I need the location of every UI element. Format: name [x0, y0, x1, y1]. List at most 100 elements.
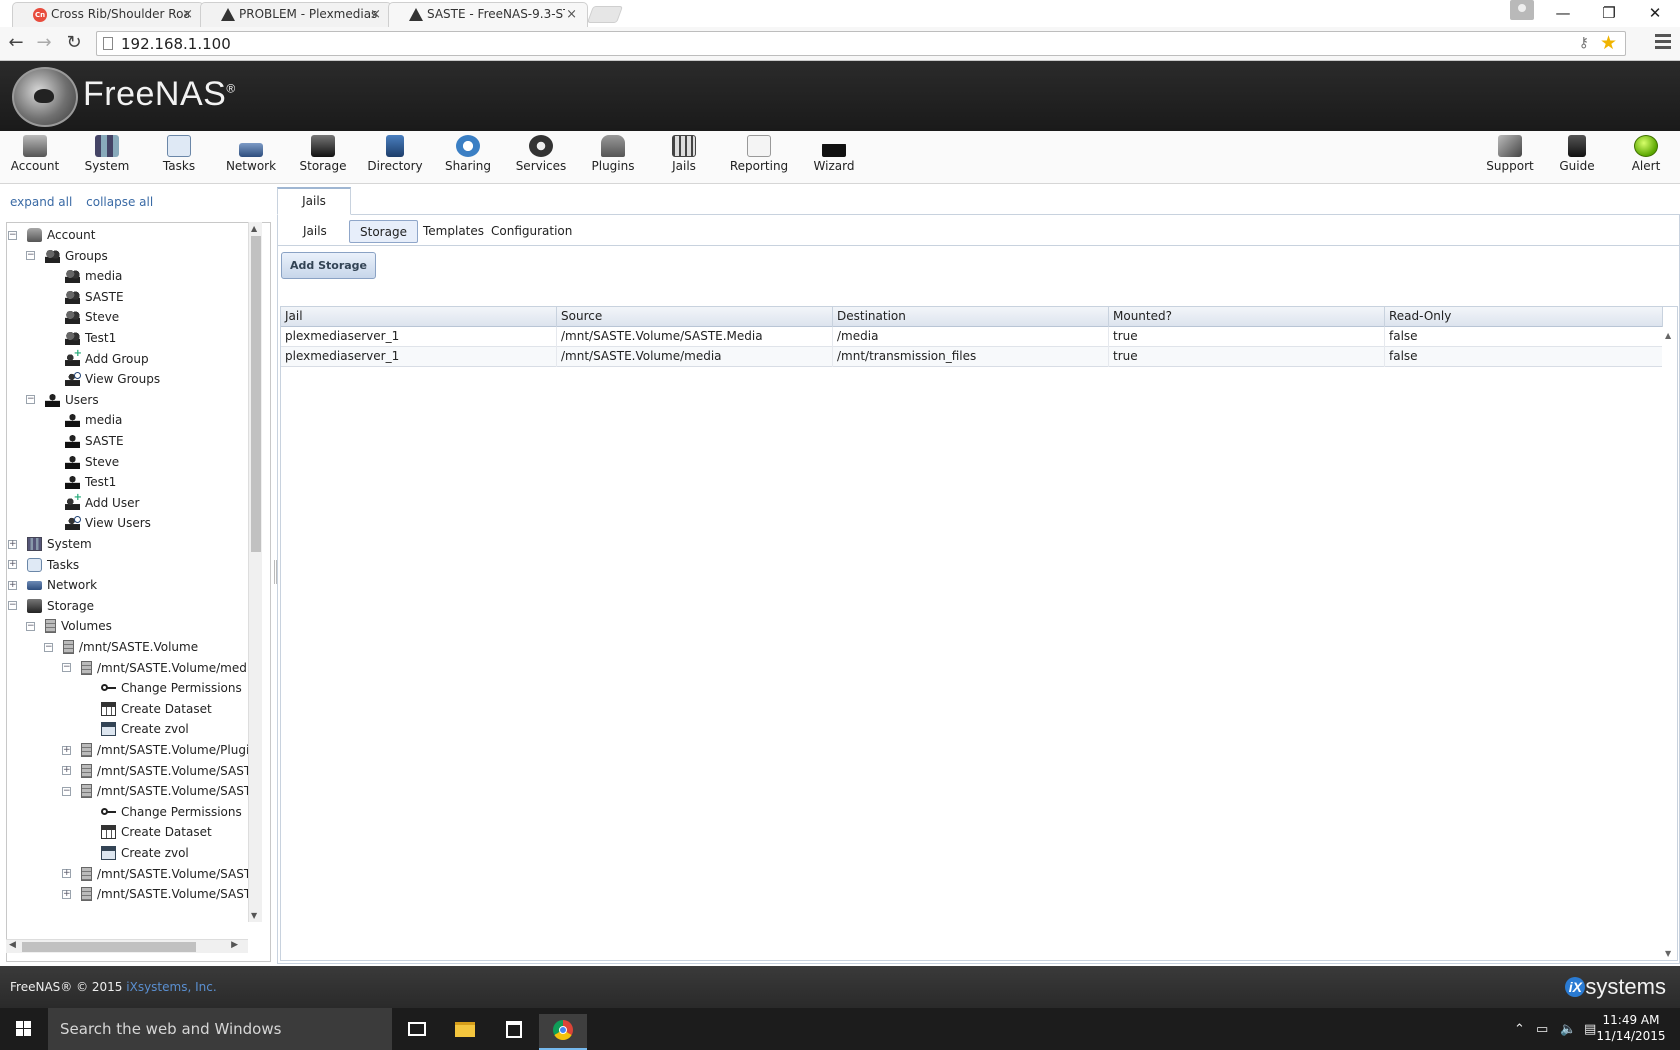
taskbar-clock[interactable]: 11:49 AM 11/14/2015 [1596, 1012, 1666, 1044]
tree-item-users[interactable]: − Users [26, 389, 99, 411]
tree-item-storage[interactable]: − Storage [8, 595, 94, 617]
scrollbar-thumb[interactable] [251, 236, 261, 552]
ixsystems-link[interactable]: iXsystems, Inc. [126, 980, 216, 994]
toolbar-plugins-button[interactable]: Plugins [577, 135, 649, 173]
tree-item-mnt-saste-volume-sast[interactable]: + /mnt/SASTE.Volume/SAST [62, 883, 251, 905]
collapse-node-icon[interactable]: − [26, 251, 35, 261]
tree-item-steve[interactable]: Steve [65, 451, 119, 473]
scroll-down-icon[interactable]: ▼ [1665, 949, 1671, 958]
tree-item-groups[interactable]: − Groups [26, 245, 108, 267]
toolbar-storage-button[interactable]: Storage [287, 135, 359, 173]
tree-horizontal-scrollbar[interactable]: ◀ ▶ [6, 939, 248, 953]
tree-item-volumes[interactable]: − Volumes [26, 615, 112, 637]
tree-vertical-scrollbar[interactable]: ▲ ▼ [248, 222, 262, 922]
column-header-destination[interactable]: Destination [833, 307, 1109, 327]
tree-item-create-zvol[interactable]: Create zvol [101, 718, 189, 740]
tree-item-system[interactable]: + System [8, 533, 92, 555]
tree-item-add-user[interactable]: Add User [65, 492, 139, 514]
minimize-button[interactable]: — [1540, 2, 1586, 26]
tree-item-mnt-saste-volume-sast[interactable]: − /mnt/SASTE.Volume/SAST [62, 780, 251, 802]
tree-item-tasks[interactable]: + Tasks [8, 554, 79, 576]
collapse-node-icon[interactable]: − [26, 621, 35, 631]
forward-icon[interactable]: → [32, 32, 56, 56]
tree-item-create-dataset[interactable]: Create Dataset [101, 698, 212, 720]
toolbar-system-button[interactable]: System [71, 135, 143, 173]
expand-node-icon[interactable]: + [62, 889, 71, 899]
subtab-configuration[interactable]: Configuration [481, 220, 582, 243]
tree-item-add-group[interactable]: Add Group [65, 348, 149, 370]
close-tab-icon[interactable]: × [370, 7, 381, 22]
chrome-taskbar-icon[interactable] [539, 1014, 587, 1050]
tree-item-mnt-saste-volume[interactable]: − /mnt/SASTE.Volume [44, 636, 198, 658]
new-tab-button[interactable] [586, 6, 624, 23]
key-icon[interactable]: ⚷ [1579, 35, 1589, 51]
tree-item-create-dataset[interactable]: Create Dataset [101, 821, 212, 843]
collapse-node-icon[interactable]: − [62, 663, 71, 673]
toolbar-tasks-button[interactable]: Tasks [143, 135, 215, 173]
close-tab-icon[interactable]: × [566, 7, 577, 22]
expand-all-link[interactable]: expand all [10, 195, 72, 209]
expand-node-icon[interactable]: + [62, 745, 71, 755]
subtab-jails[interactable]: Jails [293, 220, 337, 243]
tree-item-steve[interactable]: Steve [65, 306, 119, 328]
toolbar-sharing-button[interactable]: Sharing [432, 135, 504, 173]
column-header-read-only[interactable]: Read-Only [1385, 307, 1663, 327]
show-hidden-icons-icon[interactable]: ⌃ [1514, 1022, 1525, 1037]
file-explorer-icon[interactable] [441, 1014, 489, 1050]
start-button[interactable] [0, 1008, 48, 1050]
tree-item-change-permissions[interactable]: Change Permissions [101, 801, 242, 823]
close-tab-icon[interactable]: × [182, 7, 193, 22]
toolbar-network-button[interactable]: Network [215, 135, 287, 173]
collapse-node-icon[interactable]: − [8, 230, 17, 240]
profile-icon[interactable] [1510, 0, 1534, 20]
network-tray-icon[interactable]: ▭ [1536, 1022, 1548, 1037]
restore-button[interactable]: ❐ [1586, 2, 1632, 26]
column-header-mounted[interactable]: Mounted? [1109, 307, 1385, 327]
tree-item-media[interactable]: media [65, 265, 122, 287]
expand-node-icon[interactable]: + [8, 560, 17, 570]
expand-node-icon[interactable]: + [62, 766, 71, 776]
bookmark-star-icon[interactable]: ★ [1600, 32, 1617, 54]
toolbar-alert-button[interactable]: Alert [1610, 135, 1680, 173]
table-row[interactable]: plexmediaserver_1 /mnt/SASTE.Volume/SAST… [281, 327, 1663, 347]
expand-node-icon[interactable]: + [62, 869, 71, 879]
toolbar-guide-button[interactable]: Guide [1541, 135, 1613, 173]
reload-icon[interactable]: ↻ [62, 32, 86, 56]
browser-tab-3[interactable]: SASTE - FreeNAS-9.3-STAI × [388, 2, 588, 27]
toolbar-wizard-button[interactable]: Wizard [798, 135, 870, 173]
expand-node-icon[interactable]: + [8, 580, 17, 590]
tab-jails[interactable]: Jails [277, 187, 351, 215]
back-icon[interactable]: ← [4, 32, 28, 56]
tree-item-account[interactable]: − Account [8, 224, 95, 246]
tree-item-mnt-saste-volume-medi[interactable]: − /mnt/SASTE.Volume/medi [62, 657, 250, 679]
browser-tab-2[interactable]: PROBLEM - Plexmediaserv × [200, 2, 392, 27]
tree-item-media[interactable]: media [65, 409, 122, 431]
url-input[interactable]: 192.168.1.100 ⚷ ★ [96, 31, 1626, 56]
tree-item-mnt-saste-volume-sast[interactable]: + /mnt/SASTE.Volume/SAST [62, 760, 251, 782]
add-storage-button[interactable]: Add Storage [281, 252, 377, 279]
tree-item-test1[interactable]: Test1 [65, 327, 116, 349]
toolbar-account-button[interactable]: Account [0, 135, 71, 173]
toolbar-reporting-button[interactable]: Reporting [723, 135, 795, 173]
table-vertical-scrollbar[interactable]: ▲ ▼ [1662, 327, 1677, 960]
collapse-node-icon[interactable]: − [44, 642, 53, 652]
column-header-jail[interactable]: Jail [281, 307, 557, 327]
volume-tray-icon[interactable]: 🔈 [1560, 1022, 1576, 1037]
taskbar-search-input[interactable]: Search the web and Windows [48, 1008, 392, 1050]
tree-item-create-zvol[interactable]: Create zvol [101, 842, 189, 864]
task-view-icon[interactable] [392, 1014, 440, 1050]
tree-item-network[interactable]: + Network [8, 574, 97, 596]
scrollbar-thumb[interactable] [22, 942, 196, 952]
scroll-up-icon[interactable]: ▲ [1665, 331, 1671, 340]
collapse-all-link[interactable]: collapse all [86, 195, 153, 209]
column-header-source[interactable]: Source [557, 307, 833, 327]
browser-tab-1[interactable]: Cn Cross Rib/Shoulder Roast × [12, 2, 204, 27]
scroll-left-icon[interactable]: ◀ [9, 940, 16, 950]
tree-item-saste[interactable]: SASTE [65, 286, 124, 308]
collapse-node-icon[interactable]: − [26, 395, 35, 405]
table-row[interactable]: plexmediaserver_1 /mnt/SASTE.Volume/medi… [281, 347, 1663, 367]
tree-item-view-users[interactable]: View Users [65, 512, 151, 534]
scroll-up-icon[interactable]: ▲ [251, 224, 257, 233]
tree-item-change-permissions[interactable]: Change Permissions [101, 677, 242, 699]
expand-node-icon[interactable]: + [8, 539, 17, 549]
